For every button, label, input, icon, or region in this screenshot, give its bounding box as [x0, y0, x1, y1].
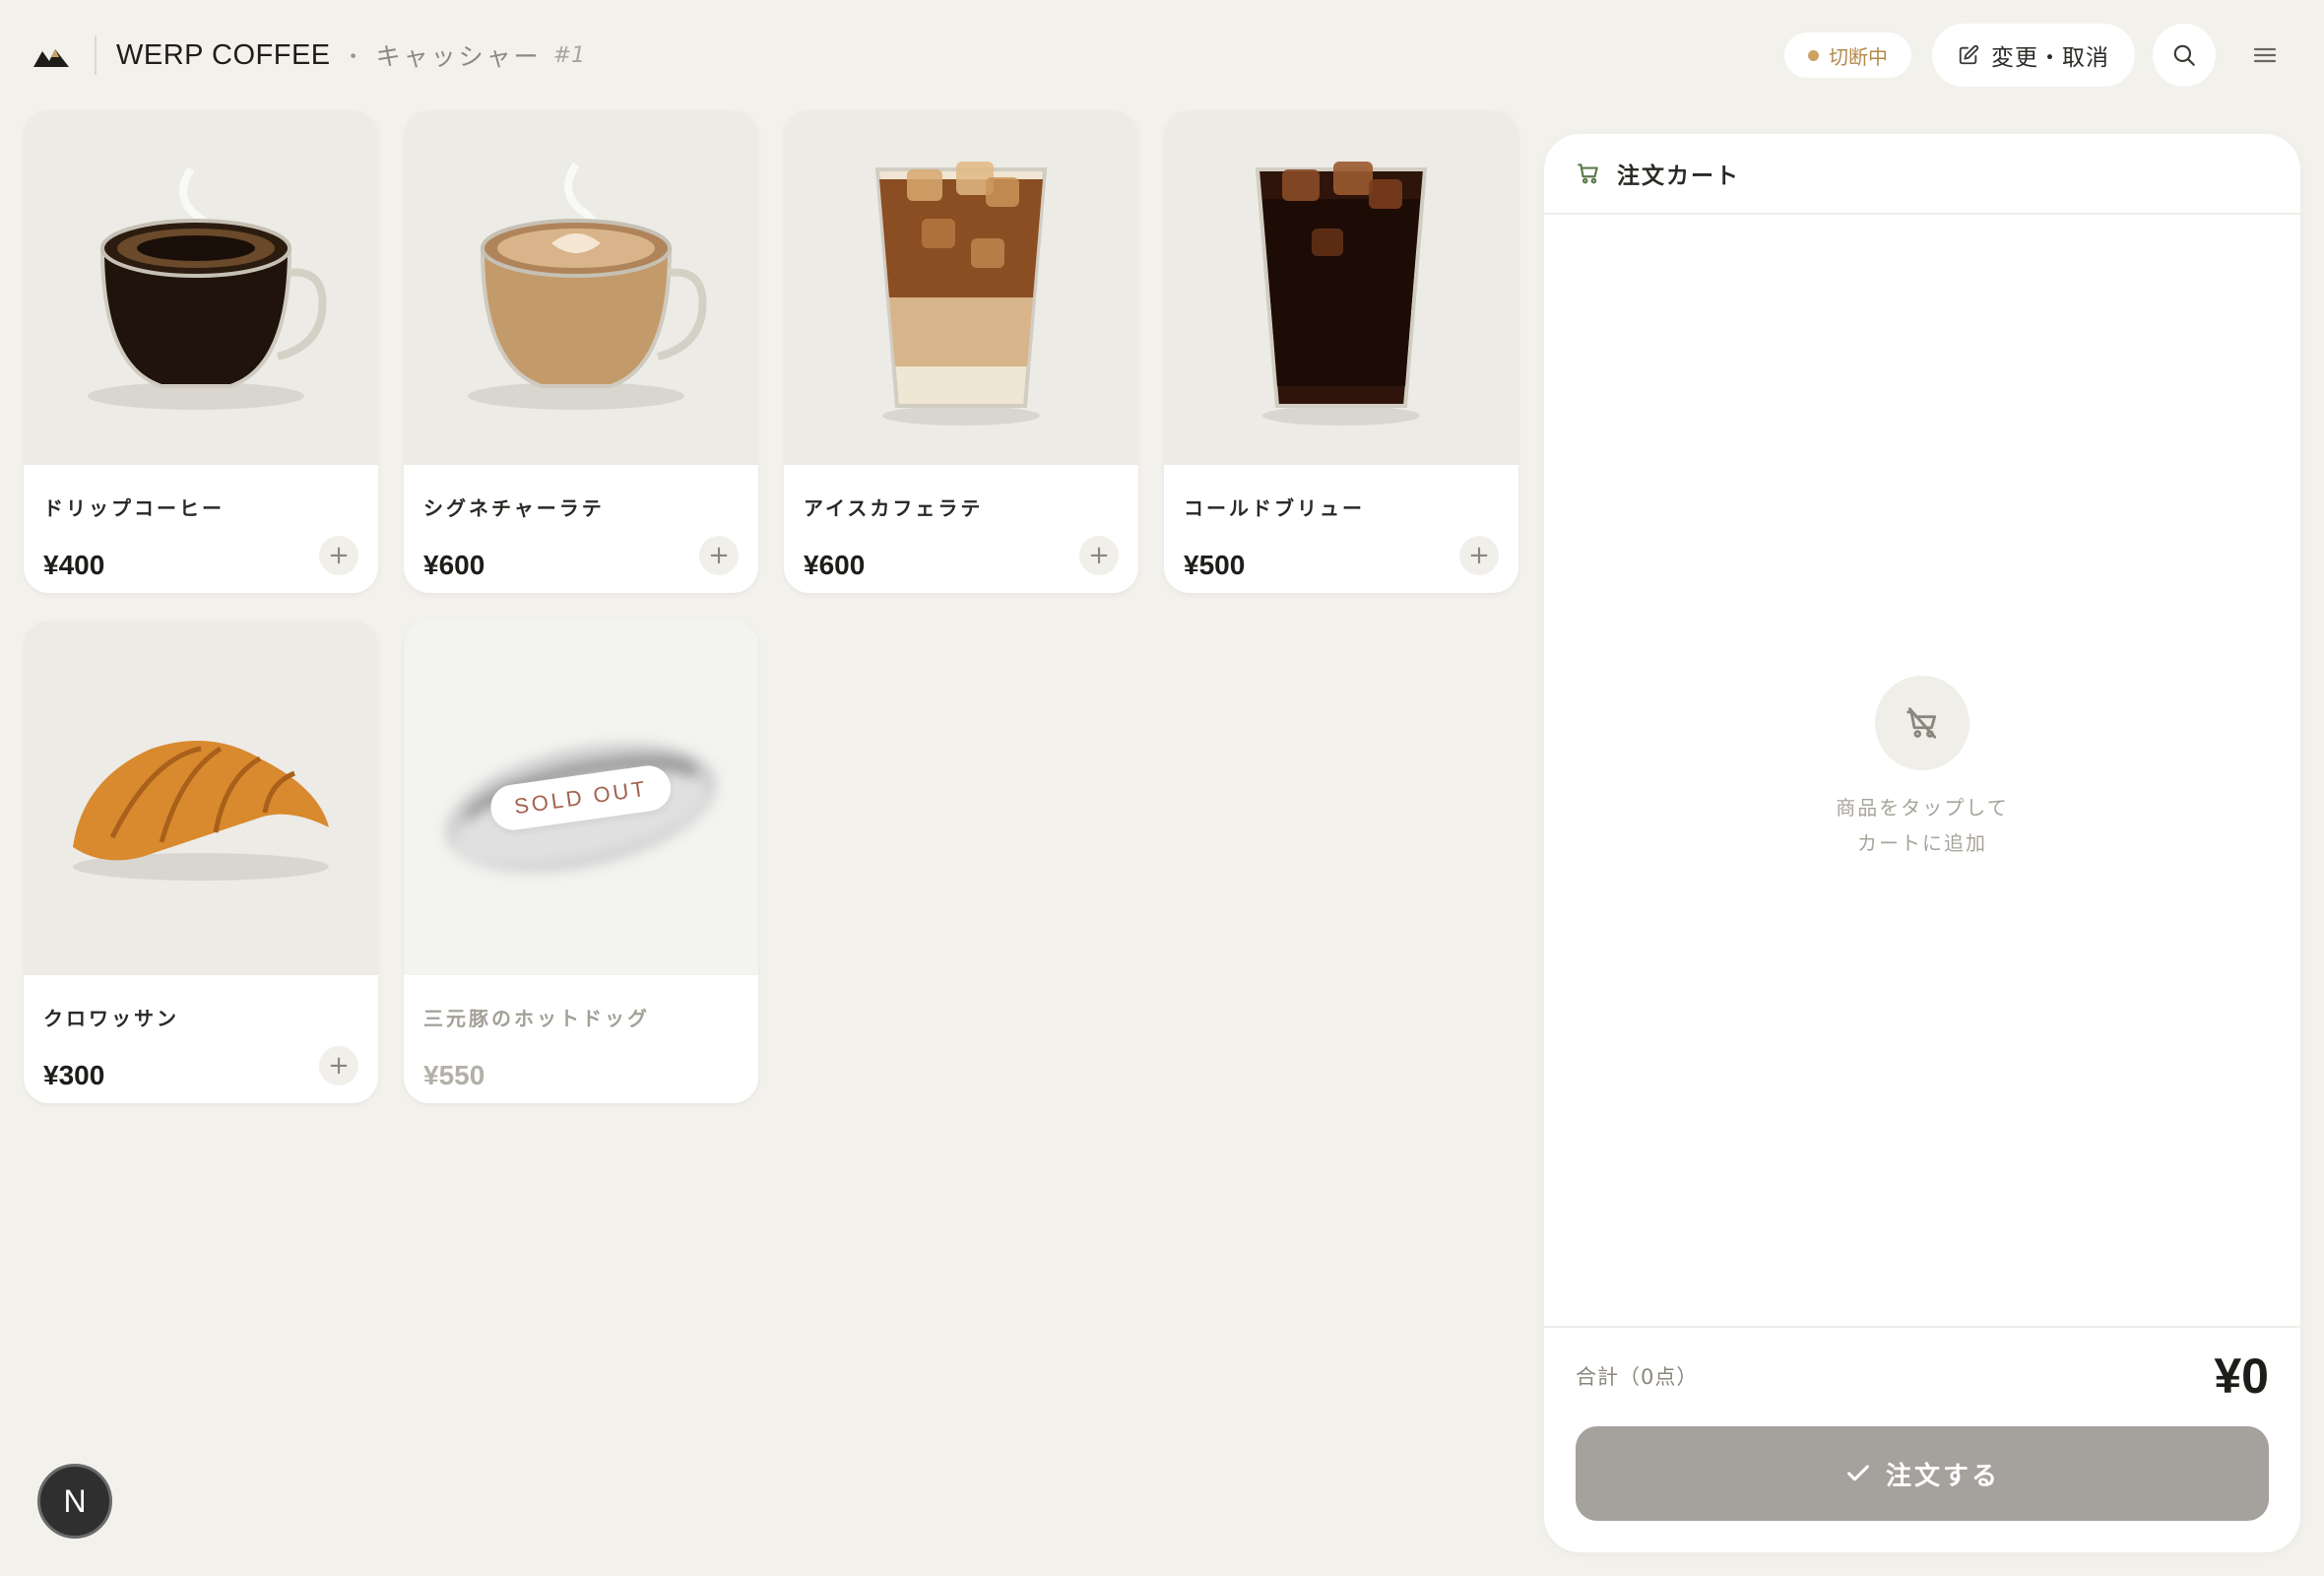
product-price: ¥300 [43, 1060, 105, 1090]
product-card-signature-latte[interactable]: シグネチャーラテ ¥600 + [404, 110, 758, 593]
product-price: ¥600 [804, 550, 866, 580]
product-price: ¥400 [43, 550, 105, 580]
product-name: シグネチャーラテ [423, 496, 605, 520]
top-bar: WERP COFFEE ・ キャッシャー #1 切断中 変更・取消 [0, 0, 2324, 110]
product-card-drip-coffee[interactable]: ドリップコーヒー ¥400 + [24, 110, 378, 593]
menu-button[interactable] [2245, 35, 2285, 75]
place-order-label: 注文する [1885, 1461, 2000, 1491]
dev-tools-badge[interactable]: N [37, 1464, 112, 1539]
product-image [24, 621, 378, 975]
empty-cart-indicator [1875, 676, 1969, 770]
cart-off-icon [1906, 707, 1937, 739]
status-text: 切断中 [1829, 44, 1888, 69]
empty-cart-message-line2: カートに追加 [1857, 831, 1987, 855]
brand-separator: ・ [342, 45, 364, 70]
product-image [1164, 110, 1518, 465]
product-price: ¥600 [423, 550, 485, 580]
product-name: アイスカフェラテ [804, 496, 984, 520]
register-number: #1 [552, 42, 586, 68]
cart-footer-divider [1544, 1326, 2300, 1328]
cart-title: 注文カート [1617, 164, 1740, 189]
connection-status-badge: 切断中 [1784, 33, 1911, 78]
product-image [784, 110, 1138, 465]
add-to-cart-button[interactable]: + [1459, 536, 1499, 575]
order-cart-panel: 注文カート 商品をタップして カートに追加 合計（0点） ¥0 注文する [1544, 134, 2300, 1552]
add-to-cart-button[interactable]: + [319, 536, 358, 575]
place-order-button[interactable]: 注文する [1576, 1426, 2269, 1521]
product-card-cold-brew[interactable]: コールドブリュー ¥500 + [1164, 110, 1518, 593]
mountain-logo-icon [33, 49, 69, 67]
cart-icon [1578, 164, 1598, 184]
hot-coffee-cup-image [88, 166, 327, 410]
header-divider [95, 35, 97, 75]
product-name: ドリップコーヒー [43, 496, 225, 520]
cold-brew-glass-image [1255, 162, 1428, 426]
product-price: ¥550 [423, 1060, 485, 1090]
product-image [24, 110, 378, 465]
edit-cancel-button[interactable]: 変更・取消 [1932, 24, 2135, 87]
product-card-croissant[interactable]: クロワッサン ¥300 + [24, 621, 378, 1103]
hamburger-menu-icon [2253, 47, 2277, 63]
total-amount: ¥0 [2214, 1348, 2269, 1404]
brand-name: WERP COFFEE [116, 38, 331, 71]
status-dot [1808, 49, 1819, 61]
croissant-image [73, 741, 329, 881]
search-button[interactable] [2153, 24, 2216, 87]
product-image [404, 110, 758, 465]
latte-cup-image [468, 162, 707, 410]
product-name: 三元豚のホットドッグ [423, 1007, 650, 1030]
product-image: SOLD OUT [404, 621, 758, 975]
cart-header: 注文カート [1544, 134, 2300, 215]
empty-cart-message-line1: 商品をタップして [1836, 796, 2009, 820]
product-price: ¥500 [1184, 550, 1246, 580]
search-icon [2173, 44, 2195, 66]
product-card-hotdog-sold-out: SOLD OUT 三元豚のホットドッグ ¥550 [404, 621, 758, 1103]
add-to-cart-button[interactable]: + [1079, 536, 1119, 575]
product-name: クロワッサン [43, 1007, 179, 1030]
add-to-cart-button[interactable]: + [319, 1046, 358, 1085]
check-icon [1847, 1465, 1869, 1481]
product-card-iced-cafe-latte[interactable]: アイスカフェラテ ¥600 + [784, 110, 1138, 593]
iced-latte-glass-image [874, 162, 1048, 426]
edit-icon [1959, 44, 1979, 65]
brand-title: WERP COFFEE ・ キャッシャー #1 [116, 35, 585, 75]
product-name: コールドブリュー [1184, 496, 1365, 520]
add-to-cart-button[interactable]: + [699, 536, 739, 575]
edit-cancel-label: 変更・取消 [1991, 45, 2109, 71]
total-label: 合計（0点） [1576, 1365, 1699, 1389]
role-label: キャッシャー [375, 42, 542, 71]
